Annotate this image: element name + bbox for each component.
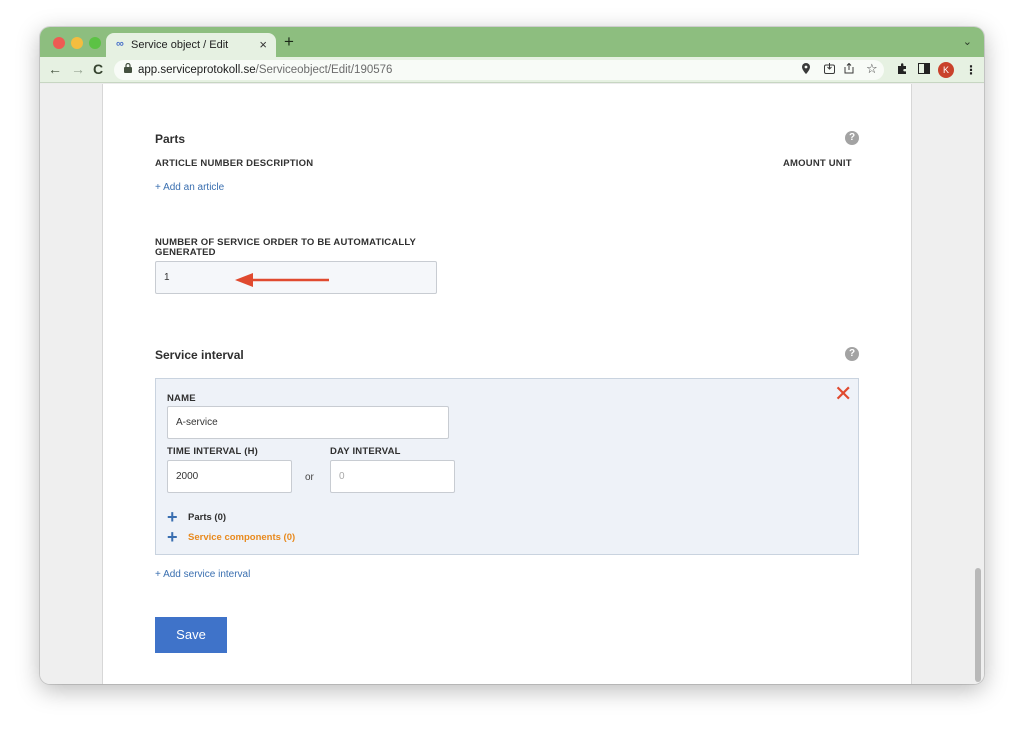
time-interval-label: TIME INTERVAL (H)	[167, 446, 259, 457]
parts-section-title: Parts	[155, 132, 186, 146]
tab-title: Service object / Edit	[131, 39, 229, 51]
share-icon[interactable]	[844, 62, 854, 77]
remove-interval-icon[interactable]: ✕	[834, 383, 852, 405]
back-icon[interactable]: ←	[48, 61, 62, 77]
profile-avatar[interactable]: K	[938, 62, 954, 78]
browser-menu-icon[interactable]: ⋮	[965, 63, 977, 77]
close-window-button[interactable]	[53, 37, 65, 49]
location-icon[interactable]	[802, 63, 810, 77]
url-path: /Serviceobject/Edit/190576	[255, 64, 393, 76]
expand-parts-plus-icon[interactable]: +	[167, 508, 178, 526]
extensions-puzzle-icon[interactable]	[896, 63, 908, 78]
day-interval-label: DAY INTERVAL	[330, 446, 401, 457]
site-favicon-icon: ∞	[116, 38, 124, 50]
tab-search-icon[interactable]: ⌄	[963, 35, 972, 48]
install-app-icon[interactable]	[824, 63, 835, 77]
forward-icon[interactable]: →	[71, 61, 85, 77]
save-button[interactable]: Save	[155, 617, 227, 653]
article-column-header: ARTICLE NUMBER DESCRIPTION	[155, 158, 314, 169]
expand-components-plus-icon[interactable]: +	[167, 528, 178, 546]
service-interval-title: Service interval	[155, 348, 244, 362]
url-host: app.serviceprotokoll.se	[138, 64, 256, 76]
browser-window: ∞ Service object / Edit × + ⌄ ← → C app.…	[40, 27, 984, 684]
amount-column-header: AMOUNT UNIT	[783, 158, 852, 169]
tab-close-icon[interactable]: ×	[259, 37, 267, 52]
parts-help-icon[interactable]: ?	[845, 131, 859, 145]
browser-toolbar: ← → C app.serviceprotokoll.se/Serviceobj…	[40, 57, 984, 83]
tab-service-object-edit[interactable]: ∞ Service object / Edit ×	[106, 33, 276, 57]
time-interval-input[interactable]: 2000	[167, 460, 292, 493]
scrollbar-thumb[interactable]	[975, 568, 981, 682]
service-interval-card: ✕ NAME A-service TIME INTERVAL (H) 2000 …	[155, 378, 859, 555]
service-interval-help-icon[interactable]: ?	[845, 347, 859, 361]
reload-icon[interactable]: C	[93, 61, 103, 77]
content-panel: Parts ? ARTICLE NUMBER DESCRIPTION AMOUN…	[102, 84, 912, 684]
minimize-window-button[interactable]	[71, 37, 83, 49]
side-panel-icon[interactable]	[918, 63, 930, 77]
interval-name-label: NAME	[167, 393, 196, 404]
address-bar[interactable]: app.serviceprotokoll.se/Serviceobject/Ed…	[114, 60, 884, 80]
url-text: app.serviceprotokoll.se/Serviceobject/Ed…	[138, 64, 392, 76]
add-service-interval-link[interactable]: + Add service interval	[155, 569, 250, 580]
zoom-window-button[interactable]	[89, 37, 101, 49]
parts-toggle[interactable]: Parts (0)	[188, 512, 226, 523]
new-tab-button[interactable]: +	[284, 33, 294, 50]
tab-bar: ∞ Service object / Edit × + ⌄	[40, 27, 984, 57]
day-interval-input[interactable]: 0	[330, 460, 455, 493]
add-article-link[interactable]: + Add an article	[155, 182, 224, 193]
bookmark-star-icon[interactable]: ☆	[866, 61, 878, 77]
service-components-toggle[interactable]: Service components (0)	[188, 532, 295, 543]
page-viewport: Parts ? ARTICLE NUMBER DESCRIPTION AMOUN…	[40, 84, 984, 684]
lock-icon	[124, 62, 132, 76]
annotation-arrow-icon	[235, 273, 329, 287]
auto-orders-label-line2: GENERATED	[155, 247, 216, 258]
or-separator: or	[305, 472, 314, 483]
interval-name-input[interactable]: A-service	[167, 406, 449, 439]
